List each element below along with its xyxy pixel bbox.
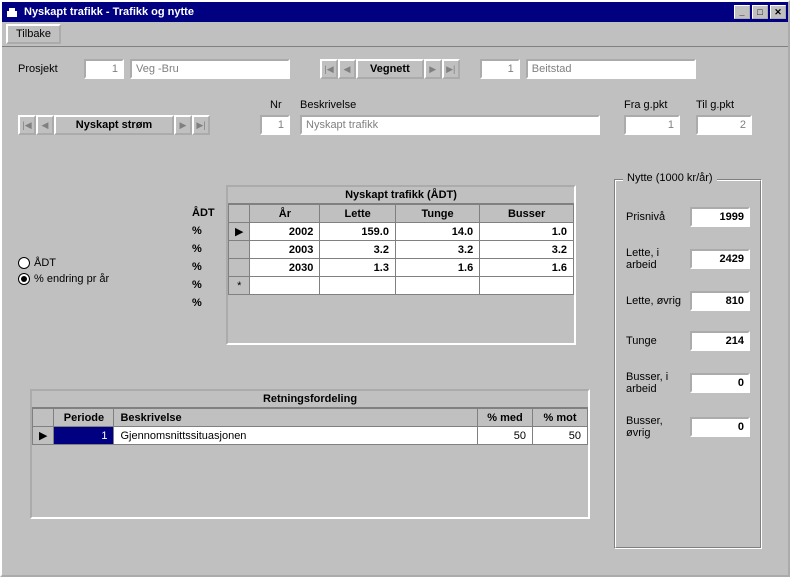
vegnett-prev-icon[interactable]: ◀ (338, 59, 356, 79)
col-year[interactable]: År (250, 205, 320, 223)
prisniva-value[interactable]: 1999 (690, 207, 750, 227)
nytte-caption: Nytte (1000 kr/år) (623, 172, 717, 184)
maximize-button[interactable]: □ (752, 5, 768, 19)
radio-adt-label: ÅDT (34, 257, 56, 269)
strom-last-icon[interactable]: ▶| (192, 115, 210, 135)
vegnett-nav: |◀ ◀ Vegnett ▶ ▶| (320, 59, 460, 79)
lette-ovrig-value[interactable]: 810 (690, 291, 750, 311)
col-tunge[interactable]: Tunge (395, 205, 479, 223)
content-area: Prosjekt 1 Veg -Bru |◀ ◀ Vegnett ▶ ▶| 1 … (2, 47, 788, 575)
lette-ovrig-label: Lette, øvrig (626, 295, 684, 307)
project-id[interactable]: 1 (84, 59, 124, 79)
busser-ovrig-value[interactable]: 0 (690, 417, 750, 437)
strom-label[interactable]: Nyskapt strøm (54, 115, 174, 135)
strom-til[interactable]: 2 (696, 115, 752, 135)
lette-arbeid-label: Lette, i arbeid (626, 247, 684, 271)
beskrivelse-label: Beskrivelse (300, 99, 356, 111)
col-periode[interactable]: Periode (54, 409, 114, 427)
vegnett-label[interactable]: Vegnett (356, 59, 424, 79)
strom-next-icon[interactable]: ▶ (174, 115, 192, 135)
busser-ovrig-label: Busser, øvrig (626, 415, 684, 439)
table-row-new[interactable]: * (229, 277, 574, 295)
vegnett-first-icon[interactable]: |◀ (320, 59, 338, 79)
radio-adt[interactable]: ÅDT (18, 257, 109, 269)
back-button[interactable]: Tilbake (6, 24, 61, 44)
direction-grid-caption: Retningsfordeling (32, 391, 588, 408)
adt-unit-column: ÅDT % % % % % (192, 207, 215, 315)
radio-dot-selected-icon (18, 273, 30, 285)
vegnett-last-icon[interactable]: ▶| (442, 59, 460, 79)
table-row[interactable]: ▶ 1 Gjennomsnittssituasjonen 50 50 (33, 427, 588, 445)
table-row[interactable]: 2003 3.2 3.2 3.2 (229, 241, 574, 259)
busser-arbeid-value[interactable]: 0 (690, 373, 750, 393)
lette-arbeid-value[interactable]: 2429 (690, 249, 750, 269)
col-lette[interactable]: Lette (320, 205, 396, 223)
prisniva-label: Prisnivå (626, 211, 684, 223)
col-beskrivelse[interactable]: Beskrivelse (114, 409, 478, 427)
tunge-label: Tunge (626, 335, 684, 347)
strom-fra[interactable]: 1 (624, 115, 680, 135)
new-row-icon: * (229, 277, 250, 295)
traffic-grid[interactable]: Nyskapt trafikk (ÅDT) År Lette Tunge Bus… (226, 185, 576, 345)
menubar: Tilbake (2, 22, 788, 47)
row-pointer-icon: ▶ (229, 223, 250, 241)
busser-arbeid-label: Busser, i arbeid (626, 371, 684, 395)
adt-header: ÅDT (192, 207, 215, 225)
direction-grid[interactable]: Retningsfordeling Periode Beskrivelse % … (30, 389, 590, 519)
table-row[interactable]: ▶ 2002 159.0 14.0 1.0 (229, 223, 574, 241)
vegnett-name: Beitstad (526, 59, 696, 79)
minimize-button[interactable]: _ (734, 5, 750, 19)
app-window: Nyskapt trafikk - Trafikk og nytte _ □ ✕… (0, 0, 790, 577)
nr-label: Nr (270, 99, 282, 111)
project-name: Veg -Bru (130, 59, 290, 79)
window-title: Nyskapt trafikk - Trafikk og nytte (24, 6, 734, 18)
col-busser[interactable]: Busser (480, 205, 574, 223)
col-mot[interactable]: % mot (533, 409, 588, 427)
traffic-grid-caption: Nyskapt trafikk (ÅDT) (228, 187, 574, 204)
vegnett-id[interactable]: 1 (480, 59, 520, 79)
col-med[interactable]: % med (478, 409, 533, 427)
strom-prev-icon[interactable]: ◀ (36, 115, 54, 135)
app-icon (4, 4, 20, 20)
titlebar: Nyskapt trafikk - Trafikk og nytte _ □ ✕ (2, 2, 788, 22)
close-button[interactable]: ✕ (770, 5, 786, 19)
til-label: Til g.pkt (696, 99, 734, 111)
strom-nav: |◀ ◀ Nyskapt strøm ▶ ▶| (18, 115, 210, 135)
row-pointer-icon: ▶ (33, 427, 54, 445)
strom-beskrivelse[interactable]: Nyskapt trafikk (300, 115, 600, 135)
strom-first-icon[interactable]: |◀ (18, 115, 36, 135)
tunge-value[interactable]: 214 (690, 331, 750, 351)
strom-nr[interactable]: 1 (260, 115, 290, 135)
radio-pct[interactable]: % endring pr år (18, 273, 109, 285)
radio-pct-label: % endring pr år (34, 273, 109, 285)
project-label: Prosjekt (18, 63, 78, 75)
table-row[interactable]: 2030 1.3 1.6 1.6 (229, 259, 574, 277)
fra-label: Fra g.pkt (624, 99, 667, 111)
radio-dot-icon (18, 257, 30, 269)
vegnett-next-icon[interactable]: ▶ (424, 59, 442, 79)
